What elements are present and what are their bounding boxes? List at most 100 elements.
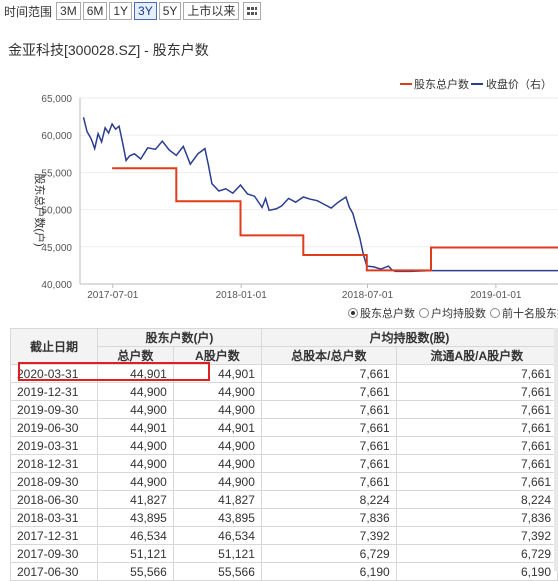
header-holders: 股东户数(户) <box>98 329 262 347</box>
radio-avg-holding[interactable]: 户均持股数 <box>419 305 486 321</box>
y-tick-label: 60,000 <box>41 131 72 142</box>
cell-total-holders: 41,827 <box>98 491 174 509</box>
x-tick-label: 2019-01-01 <box>470 290 522 300</box>
cell-float-per-a-holder: 6,190 <box>396 563 557 581</box>
cell-float-per-a-holder: 7,661 <box>396 383 557 401</box>
radio-total-holders[interactable]: 股东总户数 <box>348 305 415 321</box>
table-row[interactable]: 2018-12-3144,90044,9007,6617,661 <box>11 455 558 473</box>
highlight-box <box>18 362 210 381</box>
cell-float-per-a-holder: 7,836 <box>396 509 557 527</box>
cell-total-holders: 44,900 <box>98 473 174 491</box>
cell-date: 2019-03-31 <box>11 437 98 455</box>
cell-total-holders: 43,895 <box>98 509 174 527</box>
cell-float-per-a-holder: 7,661 <box>396 365 557 383</box>
cell-date: 2019-12-31 <box>11 383 98 401</box>
header-avg-holding: 户均持股数(股) <box>261 329 557 347</box>
cell-date: 2019-09-30 <box>11 401 98 419</box>
y-tick-label: 45,000 <box>41 243 72 254</box>
cell-a-holders: 55,566 <box>173 563 261 581</box>
table-row[interactable]: 2018-06-3041,82741,8278,2248,224 <box>11 491 558 509</box>
cell-date: 2017-09-30 <box>11 545 98 563</box>
cell-a-holders: 51,121 <box>173 545 261 563</box>
table-row[interactable]: 2017-09-3051,12151,1216,7296,729 <box>11 545 558 563</box>
cell-total-holders: 51,121 <box>98 545 174 563</box>
x-tick-label: 2017-07-01 <box>87 290 139 300</box>
y-tick-label: 40,000 <box>41 280 72 291</box>
cell-shares-per-holder: 7,661 <box>261 419 396 437</box>
cell-date: 2018-03-31 <box>11 509 98 527</box>
cell-date: 2018-12-31 <box>11 455 98 473</box>
cell-float-per-a-holder: 6,729 <box>396 545 557 563</box>
cell-a-holders: 46,534 <box>173 527 261 545</box>
cell-shares-per-holder: 6,190 <box>261 563 396 581</box>
cell-a-holders: 44,900 <box>173 437 261 455</box>
radio-indicator-icon <box>490 308 500 318</box>
cell-float-per-a-holder: 7,661 <box>396 437 557 455</box>
cell-a-holders: 43,895 <box>173 509 261 527</box>
cell-shares-per-holder: 6,729 <box>261 545 396 563</box>
radio-indicator-icon <box>419 308 429 318</box>
range-button-since-listing[interactable]: 上市以来 <box>183 2 239 20</box>
cell-shares-per-holder: 7,392 <box>261 527 396 545</box>
legend-label-holders: 股东总户数 <box>414 77 469 91</box>
y-tick-label: 65,000 <box>41 94 72 105</box>
range-button-3y[interactable]: 3Y <box>134 2 157 20</box>
cell-total-holders: 44,900 <box>98 455 174 473</box>
cell-date: 2019-06-30 <box>11 419 98 437</box>
y-tick-label: 50,000 <box>41 206 72 217</box>
cell-date: 2017-12-31 <box>11 527 98 545</box>
series-holders-line <box>112 168 558 270</box>
cell-a-holders: 44,900 <box>173 473 261 491</box>
cell-float-per-a-holder: 8,224 <box>396 491 557 509</box>
table-row[interactable]: 2018-09-3044,90044,9007,6617,661 <box>11 473 558 491</box>
table-row[interactable]: 2019-03-3144,90044,9007,6617,661 <box>11 437 558 455</box>
cell-total-holders: 44,900 <box>98 383 174 401</box>
series-radio-group: 股东总户数 户均持股数 前十名股东持 <box>348 305 558 321</box>
y-tick-label: 55,000 <box>41 168 72 179</box>
radio-top10-holders[interactable]: 前十名股东持 <box>490 305 558 321</box>
cell-shares-per-holder: 7,661 <box>261 383 396 401</box>
cell-total-holders: 44,900 <box>98 401 174 419</box>
radio-indicator-icon <box>348 308 358 318</box>
table-row[interactable]: 2017-12-3146,53446,5347,3927,392 <box>11 527 558 545</box>
cell-a-holders: 44,900 <box>173 383 261 401</box>
table-row[interactable]: 2018-03-3143,89543,8957,8367,836 <box>11 509 558 527</box>
range-button-6m[interactable]: 6M <box>83 2 108 20</box>
table-row[interactable]: 2019-09-3044,90044,9007,6617,661 <box>11 401 558 419</box>
cell-total-holders: 44,900 <box>98 437 174 455</box>
cell-shares-per-holder: 7,661 <box>261 401 396 419</box>
cell-shares-per-holder: 7,661 <box>261 437 396 455</box>
x-tick-label: 2018-07-01 <box>342 290 394 300</box>
cell-a-holders: 44,900 <box>173 401 261 419</box>
header-shares-per-holder: 总股本/总户数 <box>261 347 396 365</box>
cell-a-holders: 44,900 <box>173 455 261 473</box>
grid-view-icon[interactable] <box>243 2 261 20</box>
table-row[interactable]: 2019-06-3044,90144,9017,6617,661 <box>11 419 558 437</box>
legend-label-price: 收盘价（右） <box>486 77 552 91</box>
cell-date: 2017-06-30 <box>11 563 98 581</box>
time-range-label: 时间范围 <box>4 3 52 20</box>
cell-float-per-a-holder: 7,661 <box>396 401 557 419</box>
cell-shares-per-holder: 7,661 <box>261 455 396 473</box>
cell-total-holders: 46,534 <box>98 527 174 545</box>
x-tick-label: 2018-01-01 <box>216 290 268 300</box>
range-button-3m[interactable]: 3M <box>56 2 81 20</box>
page-title: 金亚科技[300028.SZ] - 股东户数 <box>8 40 209 60</box>
cell-date: 2018-09-30 <box>11 473 98 491</box>
cell-float-per-a-holder: 7,661 <box>396 419 557 437</box>
header-date: 截止日期 <box>11 329 98 365</box>
header-float-per-a-holder: 流通A股/A股户数 <box>396 347 557 365</box>
cell-float-per-a-holder: 7,392 <box>396 527 557 545</box>
cell-float-per-a-holder: 7,661 <box>396 455 557 473</box>
holders-chart: 股东总户数 收盘价（右） 股东总户数(户) 65,00060,00055,000… <box>0 70 558 300</box>
table-row[interactable]: 2017-06-3055,56655,5666,1906,190 <box>11 563 558 581</box>
cell-a-holders: 41,827 <box>173 491 261 509</box>
cell-float-per-a-holder: 7,661 <box>396 473 557 491</box>
scrollbar[interactable] <box>554 328 558 571</box>
range-button-1y[interactable]: 1Y <box>109 2 132 20</box>
cell-a-holders: 44,901 <box>173 419 261 437</box>
cell-date: 2018-06-30 <box>11 491 98 509</box>
range-button-5y[interactable]: 5Y <box>159 2 182 20</box>
table-row[interactable]: 2019-12-3144,90044,9007,6617,661 <box>11 383 558 401</box>
time-range-bar: 时间范围 3M 6M 1Y 3Y 5Y 上市以来 <box>0 0 558 22</box>
